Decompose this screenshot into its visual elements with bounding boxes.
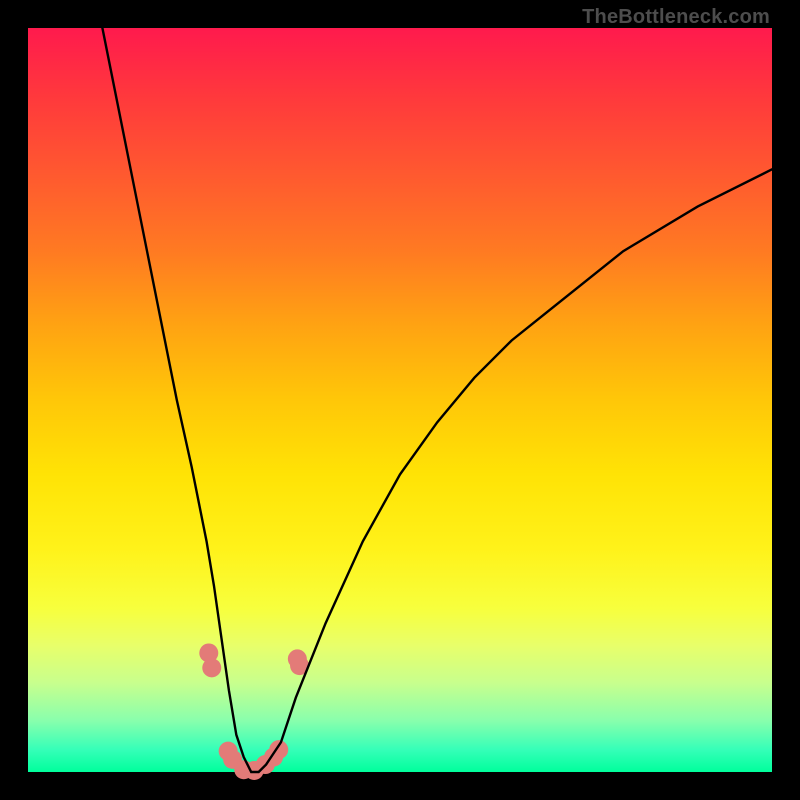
marker-dot [202, 658, 221, 677]
bottleneck-curve [102, 28, 772, 772]
chart-frame: TheBottleneck.com [0, 0, 800, 800]
plot-area [28, 28, 772, 772]
chart-markers [199, 643, 309, 780]
watermark-text: TheBottleneck.com [582, 6, 770, 29]
marker-dot [288, 649, 307, 668]
chart-svg [28, 28, 772, 772]
